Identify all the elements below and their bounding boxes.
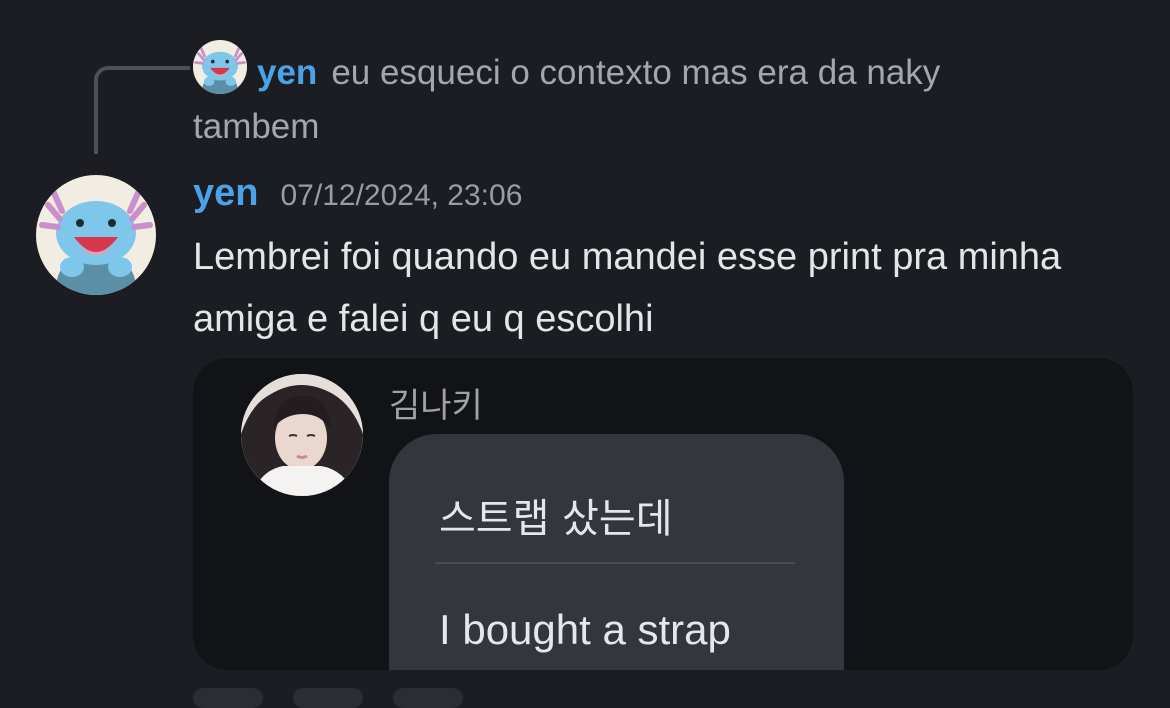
bubble-korean-text: 스트랩 샀는데 [439, 496, 673, 542]
reaction-chip[interactable] [193, 688, 263, 708]
image-attachment[interactable]: 김나키 스트랩 샀는데 I bought a strap [193, 358, 1133, 670]
bubble-divider [435, 562, 795, 564]
message-author[interactable]: yen [193, 172, 258, 214]
author-avatar[interactable] [36, 175, 156, 295]
wooper-avatar-icon [36, 175, 156, 295]
bubble-translation-text: I bought a strap [439, 606, 731, 653]
attachment-sender-name: 김나키 [389, 386, 483, 426]
reply-author[interactable]: yen [257, 53, 317, 92]
reaction-chip[interactable] [293, 688, 363, 708]
message-timestamp[interactable]: 07/12/2024, 23:06 [280, 179, 522, 212]
chat-bubble: 스트랩 샀는데 I bought a strap [389, 434, 844, 670]
reply-connector-line [94, 66, 190, 154]
reaction-chip[interactable] [393, 688, 463, 708]
attachment-sender-avatar [241, 374, 363, 496]
message-content: Lembrei foi quando eu mandei esse print … [193, 236, 1062, 340]
reply-preview[interactable]: yen eu esqueci o contexto mas era da naky… [193, 46, 1073, 154]
reaction-bar [193, 688, 533, 708]
person-photo-icon [241, 374, 363, 496]
message-header: yen 07/12/2024, 23:06 [193, 172, 522, 215]
